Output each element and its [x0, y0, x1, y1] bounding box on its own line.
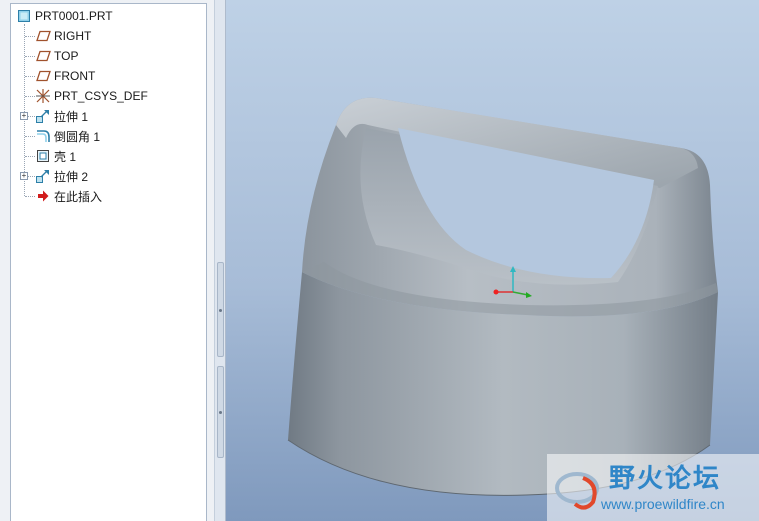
- graphics-viewport[interactable]: [226, 0, 759, 521]
- tree-item-label: 在此插入: [54, 189, 103, 204]
- panel-splitter[interactable]: [214, 0, 226, 521]
- tree-expand-toggle[interactable]: +: [20, 112, 28, 120]
- tree-item-label: TOP: [54, 49, 79, 63]
- splitter-grip-bottom[interactable]: [217, 366, 224, 458]
- tree-root-label: PRT0001.PRT: [35, 9, 113, 23]
- tree-item-extrude-2[interactable]: 拉伸 2: [35, 166, 88, 186]
- tree-item-label: 拉伸 2: [54, 169, 89, 184]
- splitter-grip-top[interactable]: [217, 262, 224, 357]
- tree-item-label: FRONT: [54, 69, 96, 83]
- forum-logo-icon: [555, 472, 599, 510]
- tree-branch: [25, 36, 35, 37]
- model-tree: PRT0001.PRT RIGHT TOP FRONT PRT_CSYS_DEF…: [10, 3, 207, 521]
- watermark-title: 野火论坛: [609, 463, 722, 493]
- tree-item-shell-1[interactable]: 壳 1: [35, 146, 76, 166]
- datum-plane-icon: [35, 48, 51, 64]
- forum-watermark: 野火论坛 www.proewildfire.cn: [547, 454, 759, 521]
- tree-branch: [28, 176, 35, 177]
- part-icon: [16, 8, 32, 24]
- extrude-icon: [35, 108, 51, 124]
- datum-plane-icon: [35, 28, 51, 44]
- tree-branch: [25, 156, 35, 157]
- tree-expand-toggle[interactable]: +: [20, 172, 28, 180]
- tree-item-round-1[interactable]: 倒圆角 1: [35, 126, 100, 146]
- tree-item-csys[interactable]: PRT_CSYS_DEF: [35, 86, 148, 106]
- tree-item-label: PRT_CSYS_DEF: [54, 89, 148, 103]
- tree-item-right[interactable]: RIGHT: [35, 26, 91, 46]
- tree-branch: [25, 56, 35, 57]
- tree-branch: [28, 116, 35, 117]
- datum-plane-icon: [35, 68, 51, 84]
- tree-branch: [25, 136, 35, 137]
- shell-icon: [35, 148, 51, 164]
- model-render: [287, 97, 718, 496]
- round-icon: [35, 128, 51, 144]
- tree-item-top[interactable]: TOP: [35, 46, 78, 66]
- tree-item-insert-here[interactable]: 在此插入: [35, 186, 102, 206]
- watermark-url: www.proewildfire.cn: [601, 496, 725, 512]
- extrude-icon: [35, 168, 51, 184]
- csys-icon: [35, 88, 51, 104]
- model-tree-panel: PRT0001.PRT RIGHT TOP FRONT PRT_CSYS_DEF…: [0, 0, 214, 521]
- tree-branch: [25, 76, 35, 77]
- tree-item-label: 倒圆角 1: [54, 129, 101, 144]
- tree-item-label: 拉伸 1: [54, 109, 89, 124]
- tree-item-front[interactable]: FRONT: [35, 66, 95, 86]
- tree-item-label: 壳 1: [54, 149, 77, 164]
- tree-item-label: RIGHT: [54, 29, 92, 43]
- tree-item-extrude-1[interactable]: 拉伸 1: [35, 106, 88, 126]
- tree-branch: [25, 196, 35, 197]
- tree-root[interactable]: PRT0001.PRT: [16, 6, 113, 26]
- insert-here-arrow-icon: [35, 188, 51, 204]
- tree-branch: [25, 96, 35, 97]
